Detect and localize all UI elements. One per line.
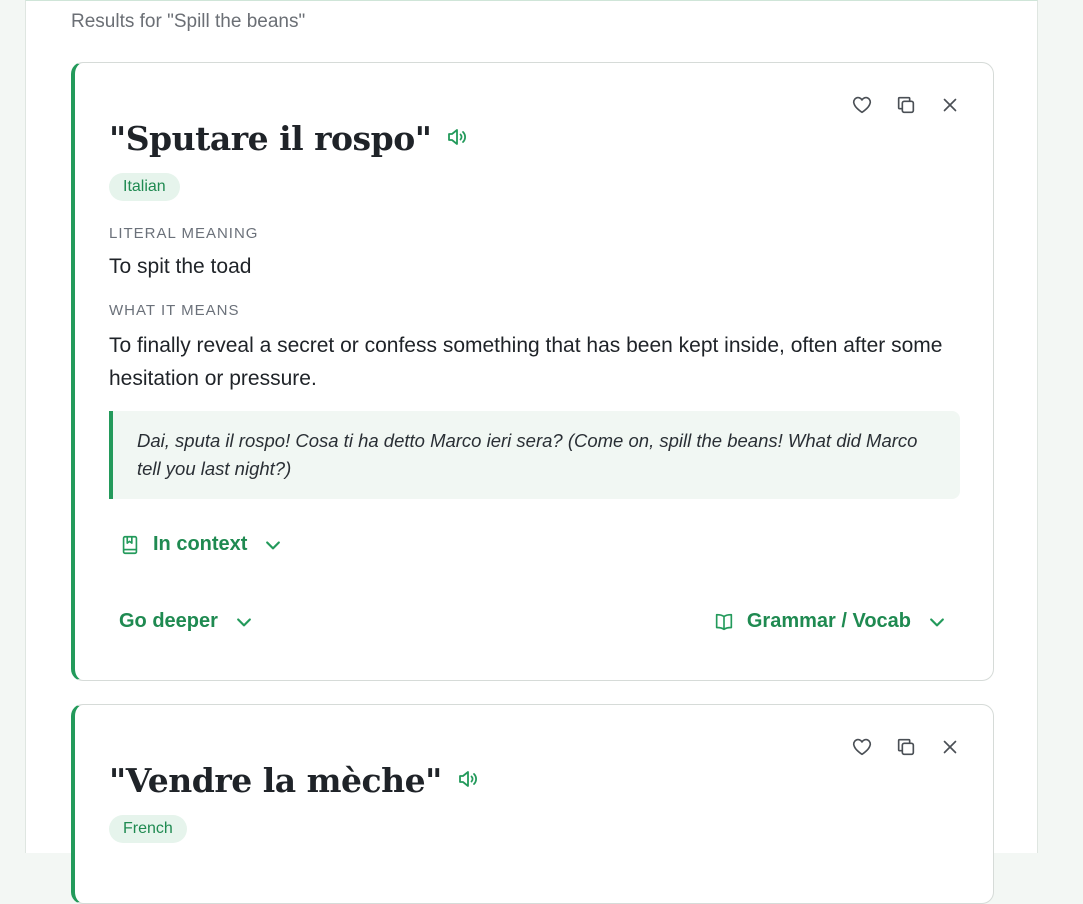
close-button[interactable] bbox=[937, 734, 963, 760]
copy-icon bbox=[897, 96, 915, 114]
what-it-means-label: WHAT IT MEANS bbox=[109, 302, 240, 319]
results-heading: Results for "Spill the beans" bbox=[71, 11, 306, 32]
favorite-button[interactable] bbox=[849, 734, 875, 760]
what-it-means-text: To finally reveal a secret or confess so… bbox=[109, 334, 943, 390]
idiom-card: "Vendre la mèche" French bbox=[71, 704, 994, 904]
in-context-label: In context bbox=[153, 533, 248, 555]
card-actions bbox=[849, 92, 963, 118]
open-book-icon bbox=[715, 613, 733, 630]
idiom-header: "Vendre la mèche" bbox=[109, 761, 480, 800]
grammar-vocab-toggle[interactable]: Grammar / Vocab bbox=[713, 610, 947, 633]
grammar-vocab-label: Grammar / Vocab bbox=[746, 610, 911, 632]
bookmark-book-icon bbox=[122, 535, 138, 554]
speaker-icon[interactable] bbox=[445, 125, 469, 149]
chevron-down-icon bbox=[266, 540, 281, 549]
literal-meaning-text: To spit the toad bbox=[109, 255, 252, 278]
language-badge: Italian bbox=[109, 173, 180, 201]
in-context-toggle[interactable]: In context bbox=[119, 533, 283, 556]
literal-meaning-label: LITERAL MEANING bbox=[109, 225, 259, 242]
copy-button[interactable] bbox=[893, 734, 919, 760]
idiom-title: "Vendre la mèche" bbox=[109, 761, 442, 800]
speaker-icon[interactable] bbox=[456, 767, 480, 791]
copy-button[interactable] bbox=[893, 92, 919, 118]
go-deeper-label: Go deeper bbox=[119, 610, 218, 632]
heart-icon bbox=[852, 738, 872, 756]
favorite-button[interactable] bbox=[849, 92, 875, 118]
language-badge: French bbox=[109, 815, 187, 843]
chevron-down-icon bbox=[237, 617, 251, 626]
chevron-down-icon bbox=[930, 617, 944, 626]
close-icon bbox=[943, 98, 957, 112]
copy-icon bbox=[897, 738, 915, 756]
go-deeper-toggle[interactable]: Go deeper bbox=[119, 610, 254, 633]
card-actions bbox=[849, 734, 963, 760]
heart-icon bbox=[852, 96, 872, 114]
idiom-header: "Sputare il rospo" bbox=[109, 119, 469, 158]
idiom-card: "Sputare il rospo" Italian LITERAL MEANI… bbox=[71, 62, 994, 681]
close-button[interactable] bbox=[937, 92, 963, 118]
results-panel: Results for "Spill the beans" "Sputare i… bbox=[25, 0, 1038, 904]
close-icon bbox=[943, 740, 957, 754]
idiom-title: "Sputare il rospo" bbox=[109, 119, 432, 158]
example-quote: Dai, sputa il rospo! Cosa ti ha detto Ma… bbox=[109, 411, 960, 499]
